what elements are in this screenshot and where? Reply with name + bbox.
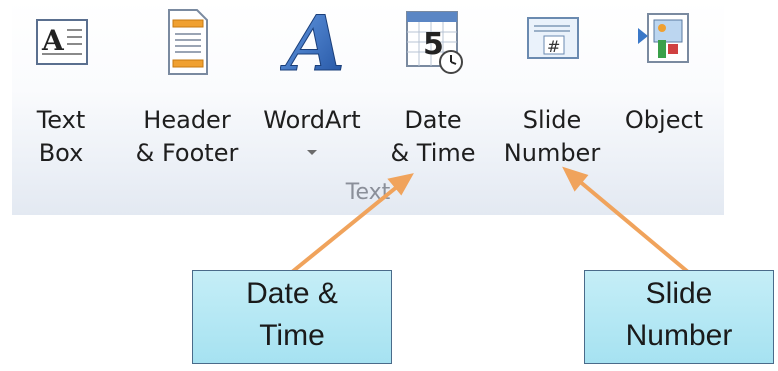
text-box-button[interactable]: A Text Box — [26, 4, 96, 167]
date-time-label-line1: Date — [404, 106, 462, 134]
date-time-callout: Date & Time — [192, 270, 392, 364]
text-box-label-line2: Box — [38, 139, 84, 167]
date-time-callout-line2: Time — [259, 319, 325, 352]
header-footer-label-line1: Header — [143, 106, 231, 134]
header-footer-label: Header & Footer — [122, 104, 252, 170]
wordart-label-line1: WordArt — [263, 106, 361, 134]
slide-number-label-line2: Number — [503, 139, 601, 167]
date-time-callout-line1: Date & — [246, 277, 338, 310]
slide-number-icon: # — [527, 17, 579, 59]
date-time-label-line2: & Time — [390, 139, 476, 167]
text-box-icon: A — [36, 19, 88, 65]
group-label: Text — [345, 180, 391, 205]
slide-number-callout-line2: Number — [625, 319, 733, 352]
header-footer-label-line2: & Footer — [135, 139, 239, 167]
object-label: Object — [616, 104, 712, 137]
ribbon-text-group: A Text Box Header & Footer A WordArt 5 D… — [12, 0, 724, 215]
text-box-glyph: A — [41, 24, 65, 57]
text-box-label-line1: Text — [36, 106, 86, 134]
slide-number-glyph: # — [547, 37, 560, 56]
wordart-icon: A — [280, 4, 344, 76]
slide-number-callout: Slide Number — [584, 270, 774, 364]
object-label-line1: Object — [624, 106, 704, 134]
slide-number-callout-line1: Slide — [645, 277, 713, 310]
wordart-label: WordArt — [260, 104, 364, 137]
object-button[interactable]: Object — [616, 4, 712, 164]
slide-number-button[interactable]: # Slide Number — [492, 4, 612, 167]
header-footer-button[interactable]: Header & Footer — [122, 4, 252, 167]
object-icon — [638, 13, 689, 63]
date-time-button[interactable]: 5 Date & Time — [384, 4, 482, 167]
slide-number-label-line1: Slide — [522, 106, 582, 134]
text-box-label: Text Box — [26, 104, 96, 170]
calendar-clock-icon: 5 — [406, 11, 463, 74]
wordart-button[interactable]: A WordArt — [260, 4, 364, 164]
wordart-dropdown-arrow-icon[interactable] — [307, 150, 317, 155]
slide-number-label: Slide Number — [492, 104, 612, 170]
wordart-glyph: A — [280, 4, 344, 76]
header-footer-icon — [168, 9, 208, 75]
date-time-label: Date & Time — [384, 104, 482, 170]
